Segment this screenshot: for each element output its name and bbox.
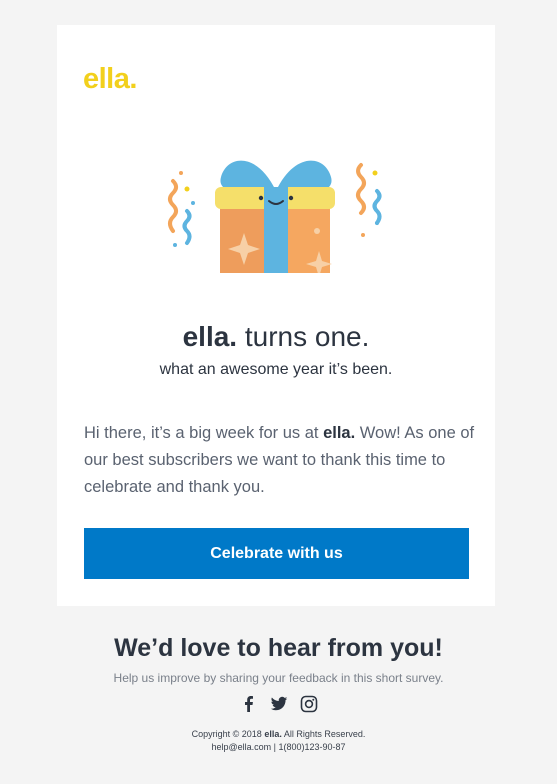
message-body: Hi there, it’s a big week for us at ella… bbox=[84, 420, 476, 501]
feedback-title: We’d love to hear from you! bbox=[114, 634, 443, 662]
headline-rest: turns one. bbox=[237, 321, 370, 352]
copyright-brand: ella. bbox=[264, 729, 282, 739]
social-links bbox=[0, 695, 557, 713]
message-part-1: Hi there, it’s a big week for us at bbox=[84, 424, 324, 442]
facebook-icon[interactable] bbox=[240, 695, 258, 713]
copyright-post: All Rights Reserved. bbox=[281, 729, 366, 739]
ella-logo[interactable]: ella. bbox=[83, 63, 137, 96]
twitter-icon[interactable] bbox=[270, 695, 288, 713]
copyright-pre: Copyright © 2018 bbox=[191, 729, 265, 739]
headline: ella. turns one. bbox=[57, 321, 495, 353]
gift-box-illustration bbox=[168, 160, 382, 273]
contact-line[interactable]: help@ella.com | 1(800)123-90-87 bbox=[0, 741, 557, 754]
headline-brand: ella. bbox=[182, 321, 238, 352]
copyright-block: Copyright © 2018 ella. All Rights Reserv… bbox=[0, 728, 557, 754]
message-brand: ella. bbox=[323, 424, 356, 442]
email-card: ella. ella. turns one. what an awesome y… bbox=[57, 25, 495, 606]
feedback-subtitle[interactable]: Help us improve by sharing your feedback… bbox=[0, 671, 557, 685]
celebrate-button[interactable]: Celebrate with us bbox=[84, 528, 469, 579]
instagram-icon[interactable] bbox=[300, 695, 318, 713]
subheadline: what an awesome year it’s been. bbox=[159, 361, 393, 378]
copyright-line: Copyright © 2018 ella. All Rights Reserv… bbox=[0, 728, 557, 741]
